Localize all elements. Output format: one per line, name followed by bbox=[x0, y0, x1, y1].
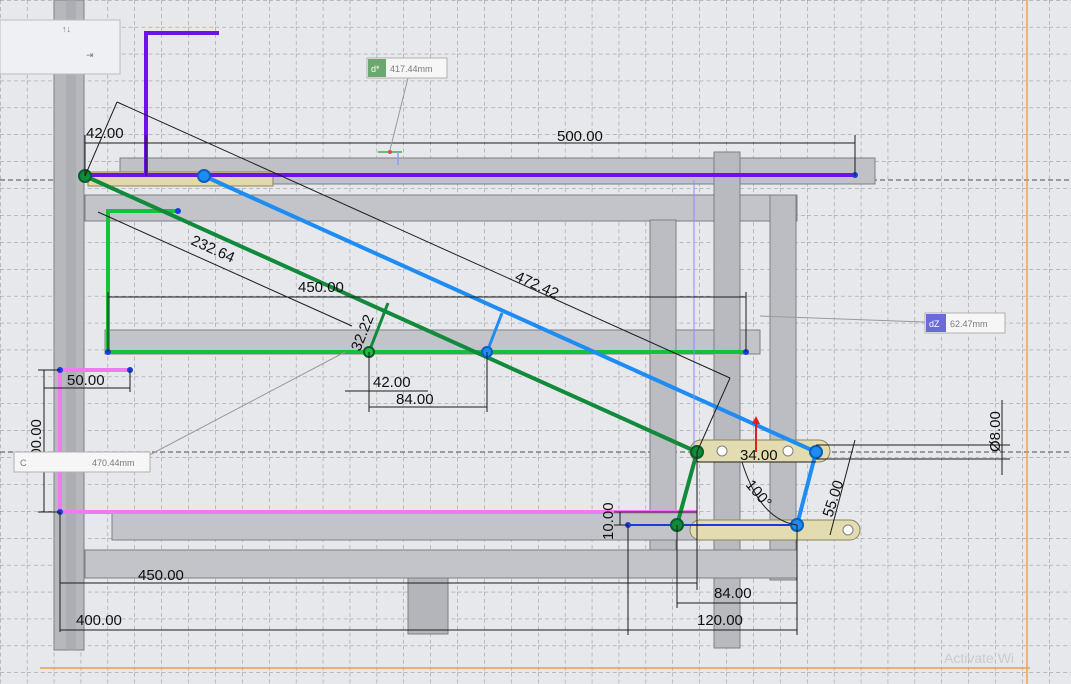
dim-label: 400.00 bbox=[76, 612, 122, 629]
dim-label: 84.00 bbox=[714, 585, 752, 602]
frame-bottom-rail bbox=[84, 549, 798, 579]
frame-post-left-inner bbox=[66, 0, 76, 650]
plate-hole bbox=[782, 445, 794, 457]
tag-value: 62.47mm bbox=[950, 319, 988, 329]
activation-watermark: Activate Wi bbox=[944, 650, 1014, 666]
plate-hole bbox=[716, 445, 728, 457]
dim-label: 42.00 bbox=[86, 125, 124, 142]
dim-label: 50.00 bbox=[67, 372, 105, 389]
link-plate-lower bbox=[689, 519, 861, 541]
dim-label: Ø8.00 bbox=[987, 411, 1004, 452]
tag-badge-label: d* bbox=[371, 64, 380, 74]
dim-label: 84.00 bbox=[396, 391, 434, 408]
property-panel[interactable]: ↑↓ ⇥ bbox=[0, 19, 121, 75]
tag-badge-label: C bbox=[20, 458, 27, 468]
measurement-tag-left[interactable]: C 470.44mm bbox=[13, 451, 151, 473]
measurement-tag-top[interactable]: d* 417.44mm bbox=[366, 57, 448, 79]
tag-badge-label: dZ bbox=[929, 319, 940, 329]
dim-label: 500.00 bbox=[557, 128, 603, 145]
joint-point bbox=[197, 169, 211, 183]
dim-label: 450.00 bbox=[298, 279, 344, 296]
frame-cross-rail bbox=[84, 194, 798, 222]
dim-label: 10.00 bbox=[600, 502, 617, 540]
dim-label: 42.00 bbox=[373, 374, 411, 391]
joint-point bbox=[809, 445, 823, 459]
dim-label: 34.00 bbox=[740, 447, 778, 464]
measurement-tag-right[interactable]: dZ 62.47mm bbox=[924, 312, 1006, 334]
tag-value: 470.44mm bbox=[92, 458, 135, 468]
dim-label: 450.00 bbox=[138, 567, 184, 584]
panel-glyph: ↑↓ bbox=[62, 24, 71, 34]
vertex-point bbox=[175, 208, 181, 214]
plate-hole bbox=[842, 524, 854, 536]
tag-value: 417.44mm bbox=[390, 64, 433, 74]
sketch-canvas[interactable]: ↑↓ ⇥ 42.00 500.00 472.42 232.64 450.00 3… bbox=[0, 0, 1071, 684]
panel-glyph: ⇥ bbox=[86, 50, 94, 60]
dim-label: 120.00 bbox=[697, 612, 743, 629]
frame-foot bbox=[407, 577, 449, 635]
